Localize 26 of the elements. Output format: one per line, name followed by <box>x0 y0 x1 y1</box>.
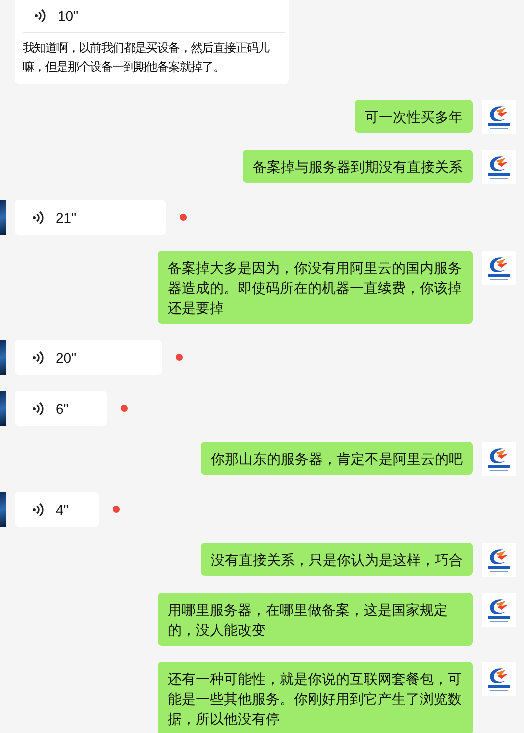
voice-message[interactable]: 20" <box>15 340 162 375</box>
message-bubble: 备案掉大多是因为，你没有用阿里云的国内服务器造成的。即使码所在的机器一直续费，你该掉还是要掉 <box>158 251 473 324</box>
message-bubble: 用哪里服务器，在哪里做备案，这是国家规定的，没人能改变 <box>158 593 473 646</box>
voice-duration: 10" <box>58 7 79 26</box>
message-bubble: 可一次性买多年 <box>355 100 473 133</box>
avatar <box>0 391 6 426</box>
voice-duration: 21" <box>56 208 77 228</box>
voice-icon <box>33 210 44 224</box>
voice-message[interactable]: 21" <box>15 200 166 235</box>
voice-icon <box>33 502 44 516</box>
voice-duration: 6" <box>56 400 69 418</box>
avatar <box>0 200 6 235</box>
voice-message[interactable]: 6" <box>15 391 107 426</box>
voice-message[interactable]: 4" <box>15 492 99 527</box>
message-bubble: 还有一种可能性，就是你说的互联网套餐包，可能是一些其他服务。你刚好用到它产生了浏览数据，所以他没有停 <box>158 662 473 733</box>
voice-icon <box>33 402 44 416</box>
message-bubble: 你那山东的服务器，肯定不是阿里云的吧 <box>201 442 473 475</box>
avatar <box>0 340 6 375</box>
voice-duration: 20" <box>56 348 77 368</box>
message-bubble: 没有直接关系，只是你认为是这样，巧合 <box>201 543 473 576</box>
avatar <box>0 492 6 527</box>
voice-icon <box>33 350 44 364</box>
voice-duration: 4" <box>56 500 69 520</box>
voice-transcript: 我知道啊，以前我们都是买设备，然后直接正码儿嘛，但是那个设备一到期他备案就掉了。 <box>23 40 271 76</box>
message-bubble: 备案掉与服务器到期没有直接关系 <box>243 150 473 183</box>
voice-icon <box>35 9 46 23</box>
